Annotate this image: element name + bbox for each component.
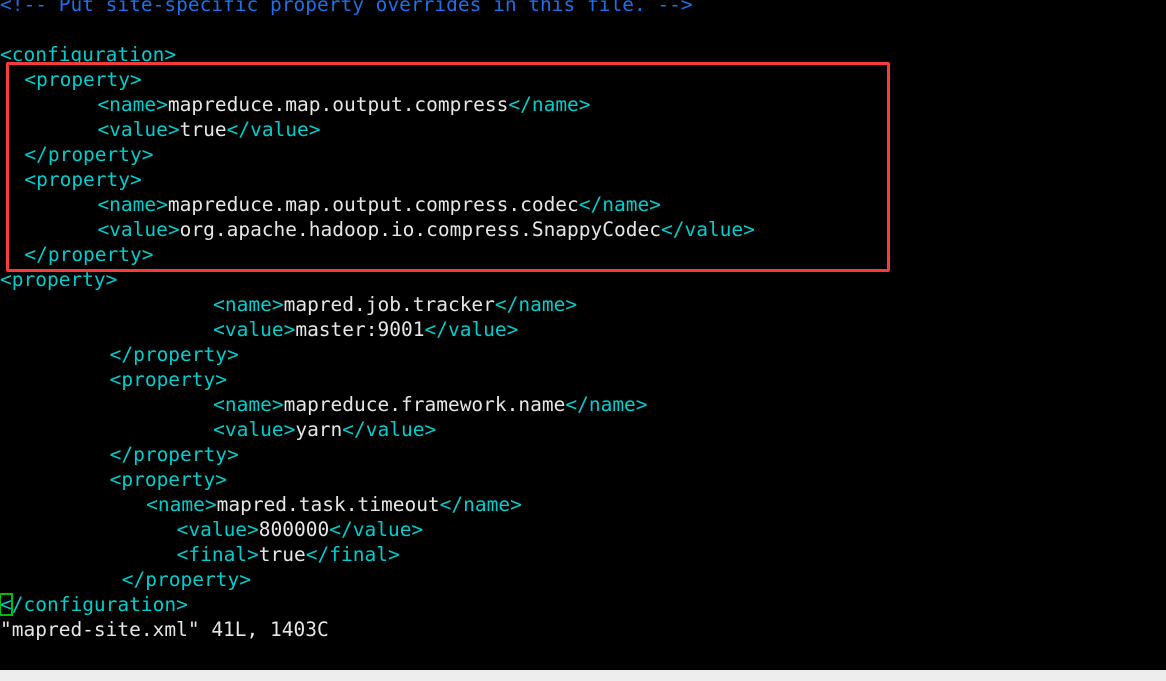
vim-status-line: "mapred-site.xml" 41L, 1403C — [0, 618, 329, 641]
xml-text-value: mapreduce.map.output.compress — [167, 93, 509, 116]
line-configuration-close[interactable]: </configuration> — [0, 592, 1166, 617]
line-final-5[interactable]: <final>true</final> — [0, 542, 1166, 567]
xml-tag: <property> — [24, 68, 142, 91]
line-property-close-3[interactable]: </property> — [0, 342, 1166, 367]
xml-tag: <final> — [176, 543, 259, 566]
xml-tag: <name> — [146, 493, 217, 516]
line-comment[interactable]: <!-- Put site-specific property override… — [0, 0, 1166, 17]
xml-tag: <property> — [0, 268, 118, 291]
line-configuration-open[interactable]: <configuration> — [0, 42, 1166, 67]
xml-tag: </property> — [121, 568, 251, 591]
xml-text-value: mapred.job.tracker — [283, 293, 495, 316]
line-property-open-5[interactable]: <property> — [0, 467, 1166, 492]
xml-tag: </value> — [660, 218, 755, 241]
line-value-2[interactable]: <value>org.apache.hadoop.io.compress.Sna… — [0, 217, 1166, 242]
terminal-window[interactable]: <!-- Put site-specific property override… — [0, 0, 1166, 670]
line-property-open-1[interactable]: <property> — [0, 67, 1166, 92]
xml-comment: <!-- Put site-specific property override… — [0, 0, 693, 16]
line-value-3[interactable]: <value>master:9001</value> — [0, 317, 1166, 342]
line-name-1[interactable]: <name>mapreduce.map.output.compress</nam… — [0, 92, 1166, 117]
xml-tag: </property> — [24, 243, 154, 266]
xml-tag: </final> — [305, 543, 400, 566]
line-property-open-2[interactable]: <property> — [0, 167, 1166, 192]
line-blank-1[interactable] — [0, 17, 1166, 42]
line-property-close-1[interactable]: </property> — [0, 142, 1166, 167]
xml-text-value: mapred.task.timeout — [216, 493, 440, 516]
xml-tag: <value> — [213, 318, 296, 341]
xml-tag: </property> — [109, 443, 239, 466]
xml-tag: </name> — [439, 493, 522, 516]
xml-text-value: true — [258, 543, 306, 566]
xml-text-value: org.apache.hadoop.io.compress.SnappyCode… — [179, 218, 661, 241]
line-property-close-5[interactable]: </property> — [0, 567, 1166, 592]
xml-tag: </value> — [424, 318, 519, 341]
xml-tag: <configuration> — [0, 43, 177, 66]
line-name-5[interactable]: <name>mapred.task.timeout</name> — [0, 492, 1166, 517]
xml-tag: </value> — [226, 118, 321, 141]
xml-text-value: 800000 — [258, 518, 330, 541]
xml-tag: <name> — [97, 193, 168, 216]
xml-tag: /configuration> — [11, 593, 188, 616]
xml-tag: </name> — [494, 293, 578, 316]
xml-tag: </name> — [508, 93, 591, 116]
xml-text-value: yarn — [295, 418, 343, 441]
line-value-1[interactable]: <value>true</value> — [0, 117, 1166, 142]
xml-tag: </value> — [329, 518, 424, 541]
xml-tag: </property> — [109, 343, 239, 366]
xml-text-value: mapreduce.framework.name — [283, 393, 566, 416]
xml-tag: <value> — [97, 218, 180, 241]
code-area[interactable]: <!-- Put site-specific property override… — [0, 0, 1166, 617]
xml-text-value: master:9001 — [295, 318, 425, 341]
line-property-close-4[interactable]: </property> — [0, 442, 1166, 467]
xml-tag: </property> — [24, 143, 154, 166]
xml-tag: <property> — [109, 468, 228, 491]
xml-tag: <property> — [24, 168, 142, 191]
xml-tag: </name> — [565, 393, 648, 416]
line-value-5[interactable]: <value>800000</value> — [0, 517, 1166, 542]
xml-tag: <name> — [213, 293, 284, 316]
xml-tag: </value> — [342, 418, 437, 441]
xml-text-value: true — [179, 118, 227, 141]
xml-tag: <name> — [97, 93, 168, 116]
xml-tag: </name> — [578, 193, 661, 216]
xml-tag: <property> — [109, 368, 228, 391]
text-cursor: < — [0, 593, 13, 616]
xml-tag: <value> — [97, 118, 180, 141]
line-property-open-4[interactable]: <property> — [0, 367, 1166, 392]
xml-tag: <value> — [176, 518, 259, 541]
line-name-2[interactable]: <name>mapreduce.map.output.compress.code… — [0, 192, 1166, 217]
xml-tag: <value> — [213, 418, 296, 441]
xml-tag: <name> — [213, 393, 284, 416]
line-name-4[interactable]: <name>mapreduce.framework.name</name> — [0, 392, 1166, 417]
line-property-open-3[interactable]: <property> — [0, 267, 1166, 292]
line-name-3[interactable]: <name>mapred.job.tracker</name> — [0, 292, 1166, 317]
xml-text-value: mapreduce.map.output.compress.codec — [167, 193, 579, 216]
line-value-4[interactable]: <value>yarn</value> — [0, 417, 1166, 442]
bottom-bar — [0, 670, 1166, 681]
line-property-close-2[interactable]: </property> — [0, 242, 1166, 267]
screenshot-root: <!-- Put site-specific property override… — [0, 0, 1166, 681]
